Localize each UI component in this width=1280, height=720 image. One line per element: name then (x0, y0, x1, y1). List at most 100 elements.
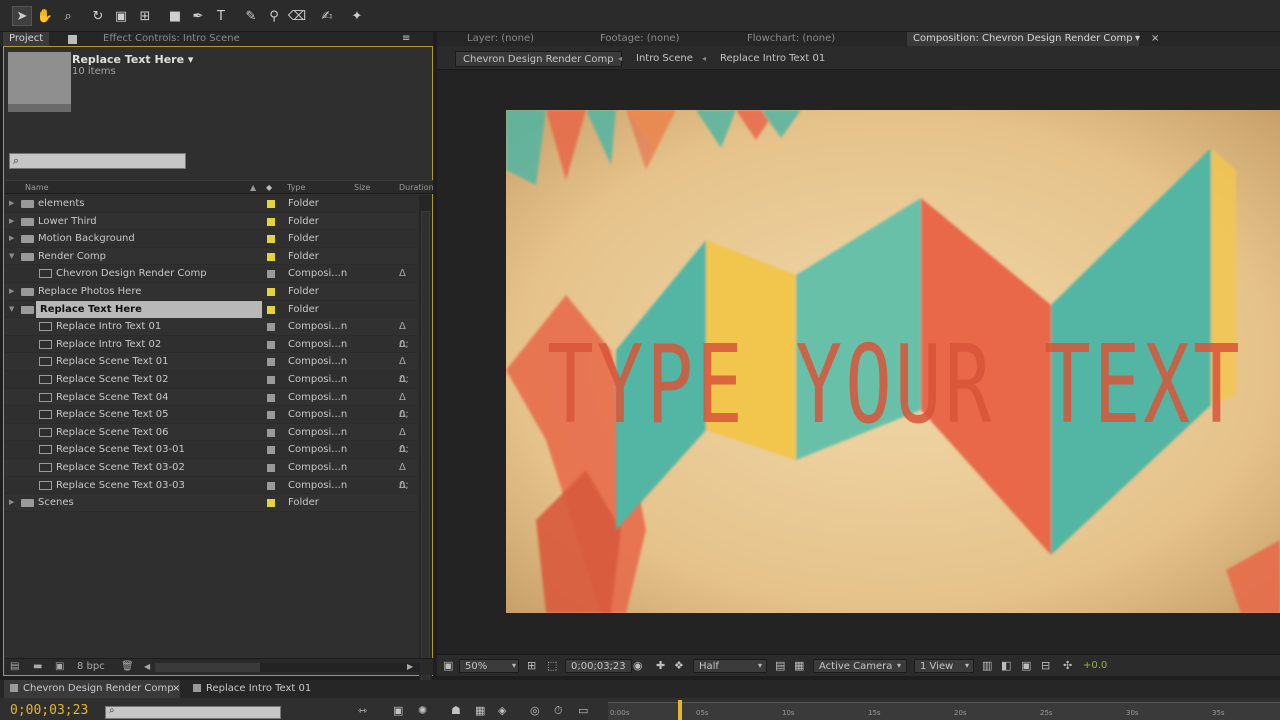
tab-flowchart[interactable]: Flowchart: (none) (747, 32, 835, 46)
comp-row[interactable]: Replace Scene Text 02Composi...nΔ 0; (5, 371, 417, 403)
mini-flowchart-icon[interactable]: ⇿ (358, 704, 367, 717)
column-type[interactable]: Type (287, 183, 305, 192)
pan-behind-icon[interactable]: ⊞ (135, 6, 155, 26)
toggle-pixel-aspect-icon[interactable]: ▥ (982, 659, 992, 673)
reset-exposure-icon[interactable]: ✣ (1063, 659, 1072, 673)
disclosure-closed-icon[interactable]: ▶ (9, 494, 14, 512)
comp-row[interactable]: Replace Scene Text 03-03Composi...nΔ 0; (5, 477, 417, 508)
always-preview-icon[interactable]: ▣ (443, 659, 453, 673)
folder-row[interactable]: ▶ elements Folder (5, 195, 417, 213)
comp-row[interactable]: Replace Intro Text 02Composi...nΔ 0; (5, 336, 417, 367)
disclosure-closed-icon[interactable]: ▶ (9, 213, 14, 231)
label-tag-icon[interactable]: ◆ (266, 183, 272, 192)
sort-ascending-icon[interactable]: ▲ (250, 183, 256, 192)
tab-project[interactable]: Project (3, 32, 50, 46)
roto-brush-icon[interactable]: ✍ (317, 6, 337, 26)
label-color-swatch[interactable] (267, 252, 275, 261)
interpret-footage-icon[interactable]: ▤ (10, 661, 19, 672)
lock-icon[interactable] (68, 35, 77, 44)
channel-icon[interactable]: ❖ (674, 659, 684, 673)
timeline-search-input[interactable]: ⌕ (105, 705, 281, 719)
comp-row[interactable]: Replace Scene Text 03-02 Composi...n Δ 0; (5, 458, 417, 491)
disclosure-closed-icon[interactable]: ▶ (9, 195, 14, 213)
camera-dropdown[interactable]: Active Camera (813, 659, 907, 673)
tab-effect-controls[interactable]: Effect Controls: Intro Scene (103, 32, 240, 46)
vertical-scrollbar[interactable] (419, 195, 432, 705)
new-comp-icon[interactable]: ▣ (55, 661, 64, 672)
disclosure-closed-icon[interactable]: ▶ (9, 230, 14, 248)
folder-row[interactable]: ▼ Replace Text Here Folder (5, 300, 417, 319)
resolution-dropdown[interactable]: Half (693, 659, 767, 673)
auto-keyframe-icon[interactable]: ⏱ (554, 704, 563, 718)
breadcrumb-item[interactable]: Chevron Design Render Comp (455, 51, 622, 67)
fast-previews-icon[interactable]: ◧ (1001, 659, 1011, 673)
close-icon[interactable]: × (172, 680, 180, 698)
tab-layer[interactable]: Layer: (none) (467, 32, 534, 46)
timeline-tab[interactable]: Replace Intro Text 01 (193, 680, 311, 698)
label-color-swatch[interactable] (267, 305, 275, 314)
comp-row[interactable]: Replace Intro Text 01 Composi...n Δ 0; (5, 318, 417, 350)
motion-blur-icon[interactable]: ◈ (498, 704, 506, 717)
zoom-dropdown[interactable]: 50% (459, 659, 519, 673)
shy-layers-icon[interactable]: ☗ (451, 704, 461, 717)
project-search-input[interactable]: ⌕ (9, 153, 186, 169)
comp-row[interactable]: Replace Scene Text 04 Composi...n Δ 0; (5, 388, 417, 420)
label-color-swatch[interactable] (267, 481, 275, 490)
playhead[interactable] (678, 700, 682, 720)
column-duration[interactable]: Duration (399, 183, 434, 192)
label-color-swatch[interactable] (267, 358, 275, 367)
label-color-swatch[interactable] (267, 287, 275, 296)
label-color-swatch[interactable] (267, 463, 275, 472)
timeline-timecode[interactable]: 0;00;03;23 (10, 703, 88, 718)
folder-row[interactable]: ▶ Motion Background Folder (5, 230, 417, 248)
zoom-tool-icon[interactable]: ⌕ (58, 6, 78, 26)
horizontal-scrollbar[interactable] (155, 663, 420, 672)
pen-tool-icon[interactable]: ✒ (188, 6, 208, 26)
composition-viewer[interactable]: TYPE YOUR TEXT (506, 110, 1280, 613)
timeline-tab[interactable]: Chevron Design Render Comp (4, 680, 180, 698)
column-name[interactable]: Name (25, 183, 49, 192)
disclosure-open-icon[interactable]: ▼ (9, 301, 14, 319)
label-color-swatch[interactable] (267, 446, 275, 455)
label-color-swatch[interactable] (267, 235, 275, 244)
brush-tool-icon[interactable]: ✎ (241, 6, 261, 26)
label-color-swatch[interactable] (267, 270, 275, 279)
clone-stamp-icon[interactable]: ⚲ (264, 6, 284, 26)
breadcrumb-item[interactable]: Intro Scene (636, 51, 693, 67)
h-scrollbar-thumb[interactable] (155, 663, 260, 672)
hand-tool-icon[interactable]: ✋ (35, 6, 55, 26)
panel-menu-icon[interactable]: ≡ (402, 32, 410, 46)
label-color-swatch[interactable] (267, 428, 275, 437)
scrollbar-thumb[interactable] (421, 211, 430, 691)
graph-editor-icon[interactable]: ▭ (578, 704, 588, 717)
label-color-swatch[interactable] (267, 217, 275, 226)
show-snapshot-icon[interactable]: ✚ (656, 659, 665, 673)
folder-row[interactable]: ▶ Lower Third Folder (5, 212, 417, 231)
time-ruler[interactable]: 0:00s 05s 10s 15s 20s 25s 30s 35s (608, 702, 1280, 720)
rotate-tool-icon[interactable]: ↻ (88, 6, 108, 26)
tab-footage[interactable]: Footage: (none) (600, 32, 679, 46)
rectangle-tool-icon[interactable]: ■ (165, 6, 185, 26)
tab-composition[interactable]: Composition: Chevron Design Render Comp (907, 32, 1139, 46)
label-color-swatch[interactable] (267, 340, 275, 349)
selected-item-name[interactable]: Replace Text Here ▾ (72, 53, 193, 66)
region-of-interest-icon[interactable]: ⬚ (547, 659, 557, 673)
label-color-swatch[interactable] (267, 499, 275, 508)
comp-row[interactable]: Replace Scene Text 06 Composi...n Δ 0; (5, 423, 417, 455)
draft-3d-icon[interactable]: ✺ (418, 704, 427, 717)
flowchart-icon[interactable]: ⊟ (1041, 659, 1050, 673)
brainstorm-icon[interactable]: ◎ (530, 704, 540, 717)
folder-row[interactable]: ▶ Replace Photos Here Folder (5, 282, 417, 301)
comp-row[interactable]: Replace Scene Text 05Composi...nΔ 0; (5, 406, 417, 438)
trash-icon[interactable]: 🗑 (121, 661, 134, 672)
new-folder-icon[interactable]: ▬ (33, 661, 42, 672)
tab-menu-icon[interactable]: ▾ (1135, 32, 1140, 46)
scroll-left-icon[interactable]: ◀ (144, 662, 150, 671)
frame-blending-icon[interactable]: ▦ (475, 704, 485, 717)
disclosure-closed-icon[interactable]: ▶ (9, 283, 14, 301)
scroll-right-icon[interactable]: ▶ (407, 662, 413, 671)
fast-preview-icon[interactable]: ▤ (775, 659, 785, 673)
breadcrumb-item[interactable]: Replace Intro Text 01 (720, 51, 825, 67)
label-color-swatch[interactable] (267, 200, 275, 208)
label-color-swatch[interactable] (267, 375, 275, 384)
